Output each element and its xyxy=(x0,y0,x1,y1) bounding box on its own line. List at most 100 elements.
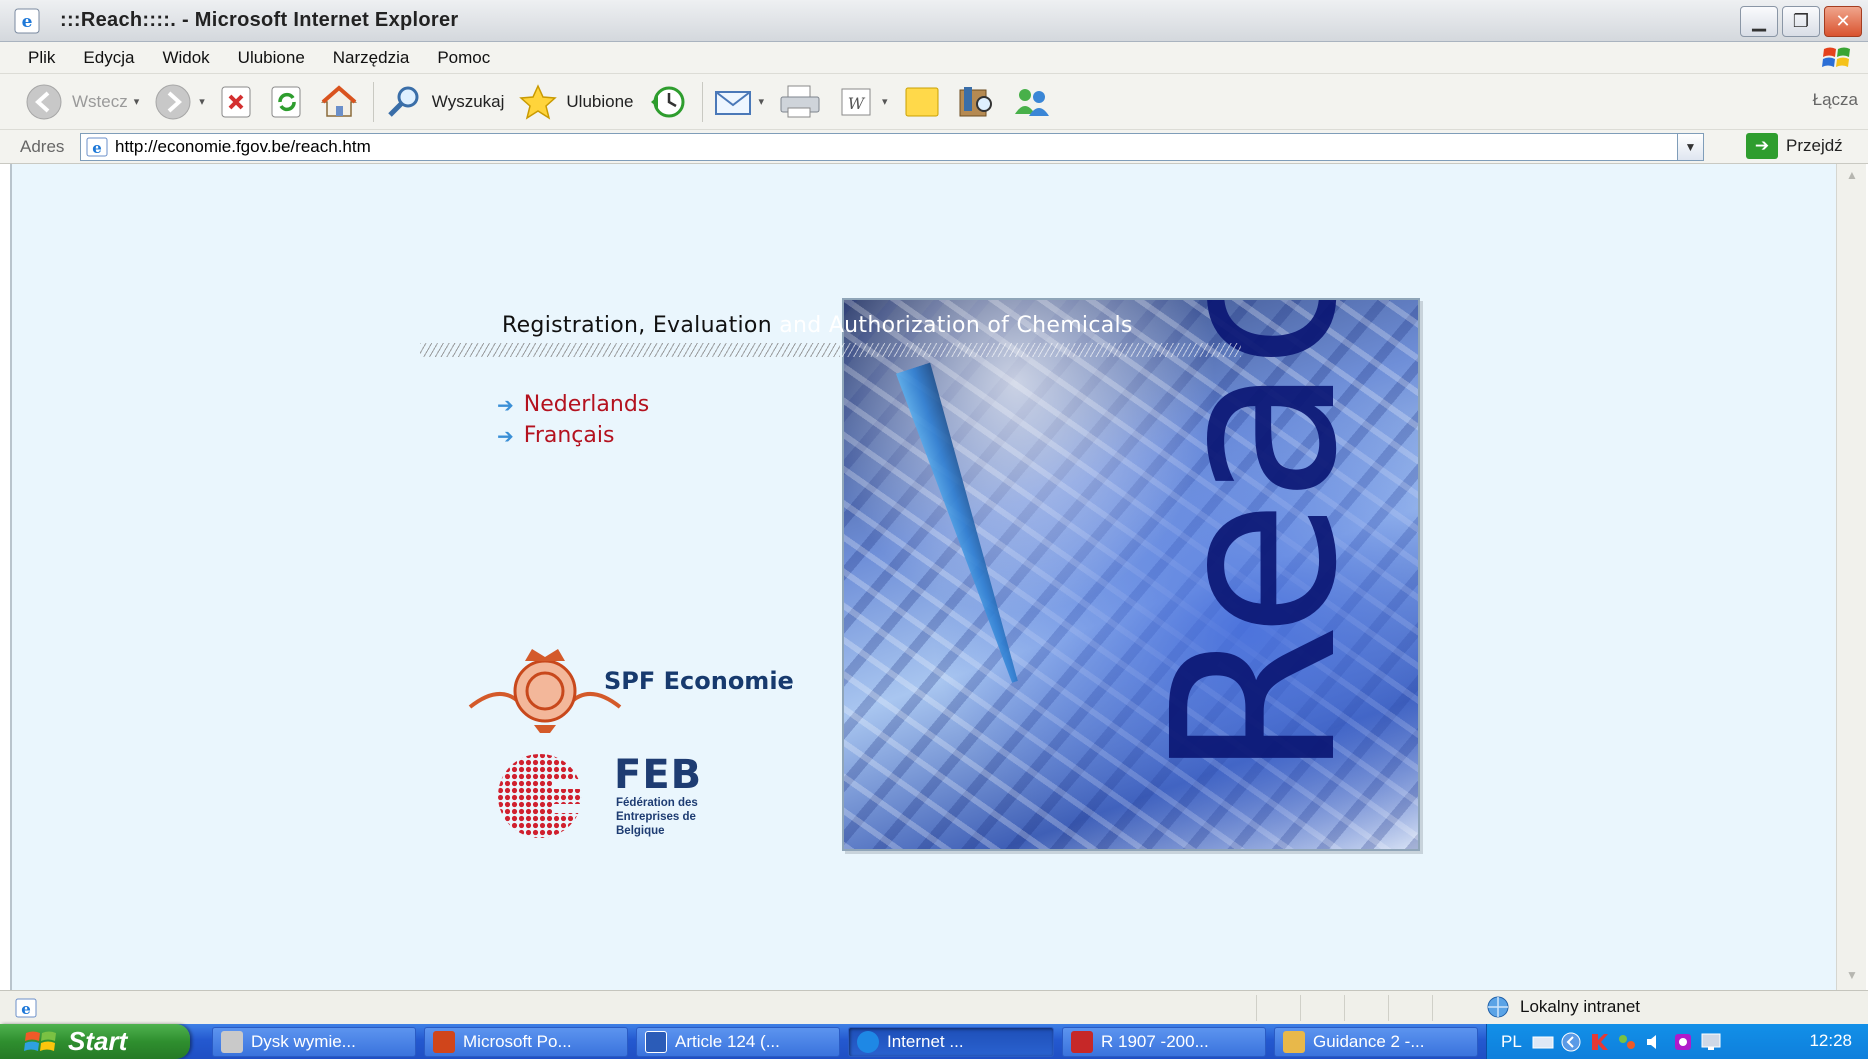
menu-edycja[interactable]: Edycja xyxy=(69,48,148,68)
mail-button[interactable]: ▾ xyxy=(713,84,765,120)
window-title: :::Reach::::. - Microsoft Internet Explo… xyxy=(60,9,459,31)
headline-right: and Authorization of Chemicals xyxy=(771,313,1133,338)
start-button[interactable]: Start xyxy=(0,1024,190,1059)
antivirus-icon[interactable] xyxy=(1588,1031,1610,1053)
stop-icon xyxy=(221,86,251,117)
favorites-button[interactable]: Ulubione xyxy=(518,83,634,120)
link-francais-label[interactable]: Français xyxy=(524,423,615,448)
research-icon xyxy=(959,86,992,116)
taskbar-item-guidance[interactable]: Guidance 2 -... xyxy=(1274,1027,1478,1057)
spf-economie-logo: SPF Economie xyxy=(460,645,794,735)
headline-left: Registration, Evaluation xyxy=(502,313,772,338)
headline-underline xyxy=(420,343,840,357)
forward-button[interactable]: ▾ xyxy=(153,82,205,122)
svg-text:W: W xyxy=(848,94,866,113)
messenger-button[interactable] xyxy=(1010,84,1054,120)
minimize-button[interactable]: ▁ xyxy=(1740,6,1778,37)
taskbar-item-word[interactable]: Article 124 (... xyxy=(636,1027,840,1057)
history-icon xyxy=(650,86,684,117)
scroll-down-icon[interactable]: ▼ xyxy=(1841,968,1863,986)
address-url[interactable]: http://economie.fgov.be/reach.htm xyxy=(115,137,371,157)
keyboard-icon[interactable] xyxy=(1532,1031,1554,1053)
menu-ulubione[interactable]: Ulubione xyxy=(224,48,319,68)
folder-icon xyxy=(1283,1031,1305,1053)
edit-word-button[interactable]: W ▾ xyxy=(836,84,888,120)
svg-text:e: e xyxy=(92,139,102,157)
forward-dropdown-icon[interactable]: ▾ xyxy=(199,95,205,108)
taskbar-item-label: Microsoft Po... xyxy=(463,1032,572,1051)
pipette-graphic xyxy=(884,359,1043,691)
taskbar-item-label: R 1907 -200... xyxy=(1101,1032,1209,1051)
link-nederlands-label[interactable]: Nederlands xyxy=(524,392,650,417)
close-button[interactable]: ✕ xyxy=(1824,6,1862,37)
drive-icon xyxy=(221,1031,243,1053)
menu-bar: Plik Edycja Widok Ulubione Narzędzia Pom… xyxy=(0,42,1868,74)
taskbar-item-label: Guidance 2 -... xyxy=(1313,1032,1425,1051)
taskbar-clock[interactable]: 12:28 xyxy=(1809,1031,1852,1051)
printer-icon xyxy=(780,85,820,117)
security-zone[interactable]: Lokalny intranet xyxy=(1484,995,1640,1019)
discuss-button[interactable] xyxy=(902,84,942,120)
back-button[interactable]: Wstecz ▾ xyxy=(24,82,139,122)
start-label: Start xyxy=(68,1026,128,1056)
address-input[interactable]: e http://economie.fgov.be/reach.htm ▼ xyxy=(80,133,1704,161)
word-icon: W xyxy=(841,88,871,115)
edit-dropdown-icon[interactable]: ▾ xyxy=(882,95,888,108)
windows-flag-icon xyxy=(24,1031,56,1051)
status-pane xyxy=(1256,995,1300,1021)
menu-pomoc[interactable]: Pomoc xyxy=(423,48,504,68)
scroll-up-icon[interactable]: ▲ xyxy=(1841,168,1863,186)
intranet-globe-icon xyxy=(1487,996,1509,1018)
link-nederlands[interactable]: ➔ Nederlands xyxy=(497,392,649,417)
menu-widok[interactable]: Widok xyxy=(148,48,223,68)
search-label: Wyszukaj xyxy=(431,91,505,111)
toolbar-separator xyxy=(701,81,703,122)
vertical-scrollbar[interactable]: ▲ ▼ xyxy=(1836,164,1866,990)
svg-text:e: e xyxy=(22,12,33,32)
back-dropdown-icon[interactable]: ▾ xyxy=(134,95,140,108)
taskbar-item-drive[interactable]: Dysk wymie... xyxy=(212,1027,416,1057)
search-button[interactable]: Wyszukaj xyxy=(384,84,505,120)
arrow-right-icon: ➔ xyxy=(497,423,514,448)
app-tray-icon[interactable] xyxy=(1672,1031,1694,1053)
ie-icon: e xyxy=(14,8,40,33)
taskbar-item-label: Article 124 (... xyxy=(675,1032,780,1051)
feb-abbr: FEB xyxy=(614,752,703,798)
print-button[interactable] xyxy=(778,84,822,120)
word-icon xyxy=(645,1031,667,1053)
go-button[interactable]: ➔ Przejdź xyxy=(1746,133,1843,159)
status-pane xyxy=(1300,995,1344,1021)
network-icon[interactable] xyxy=(1616,1031,1638,1053)
go-label: Przejdź xyxy=(1786,136,1843,155)
history-button[interactable] xyxy=(648,84,688,120)
taskbar-item-label: Dysk wymie... xyxy=(251,1032,356,1051)
tray-arrow-icon[interactable] xyxy=(1560,1031,1582,1053)
home-button[interactable] xyxy=(319,84,359,120)
taskbar-item-internet-explorer[interactable]: Internet ... xyxy=(848,1027,1054,1057)
research-button[interactable] xyxy=(956,84,996,120)
feb-logo: FEB Fédération des Entreprises de Belgiq… xyxy=(490,752,701,845)
refresh-button[interactable] xyxy=(269,84,305,120)
display-icon[interactable] xyxy=(1700,1031,1722,1053)
reach-cover-word: Reach xyxy=(1125,298,1387,780)
menu-plik[interactable]: Plik xyxy=(14,48,69,68)
volume-icon[interactable] xyxy=(1644,1031,1666,1053)
taskbar-item-pdf[interactable]: R 1907 -200... xyxy=(1062,1027,1266,1057)
menu-narzedzia[interactable]: Narzędzia xyxy=(319,48,424,68)
feb-full-name: Fédération des Entreprises de Belgique xyxy=(616,797,698,837)
back-arrow-icon xyxy=(26,84,62,119)
language-indicator[interactable]: PL xyxy=(1501,1032,1522,1052)
restore-button[interactable]: ❐ xyxy=(1782,6,1820,37)
forward-arrow-icon xyxy=(155,84,191,119)
taskbar-item-powerpoint[interactable]: Microsoft Po... xyxy=(424,1027,628,1057)
mail-dropdown-icon[interactable]: ▾ xyxy=(759,95,765,108)
address-dropdown-icon[interactable]: ▼ xyxy=(1677,134,1703,160)
go-arrow-icon: ➔ xyxy=(1746,133,1778,159)
link-francais[interactable]: ➔ Français xyxy=(497,423,614,448)
pdf-icon xyxy=(1071,1031,1093,1053)
status-pane xyxy=(1344,995,1388,1021)
spf-economie-text: SPF Economie xyxy=(604,667,794,695)
links-label[interactable]: Łącza xyxy=(1813,90,1858,110)
toolbar: Wstecz ▾ ▾ Wyszukaj Ulubione ▾ W ▾ Łącza xyxy=(0,74,1868,130)
stop-button[interactable] xyxy=(219,84,255,120)
